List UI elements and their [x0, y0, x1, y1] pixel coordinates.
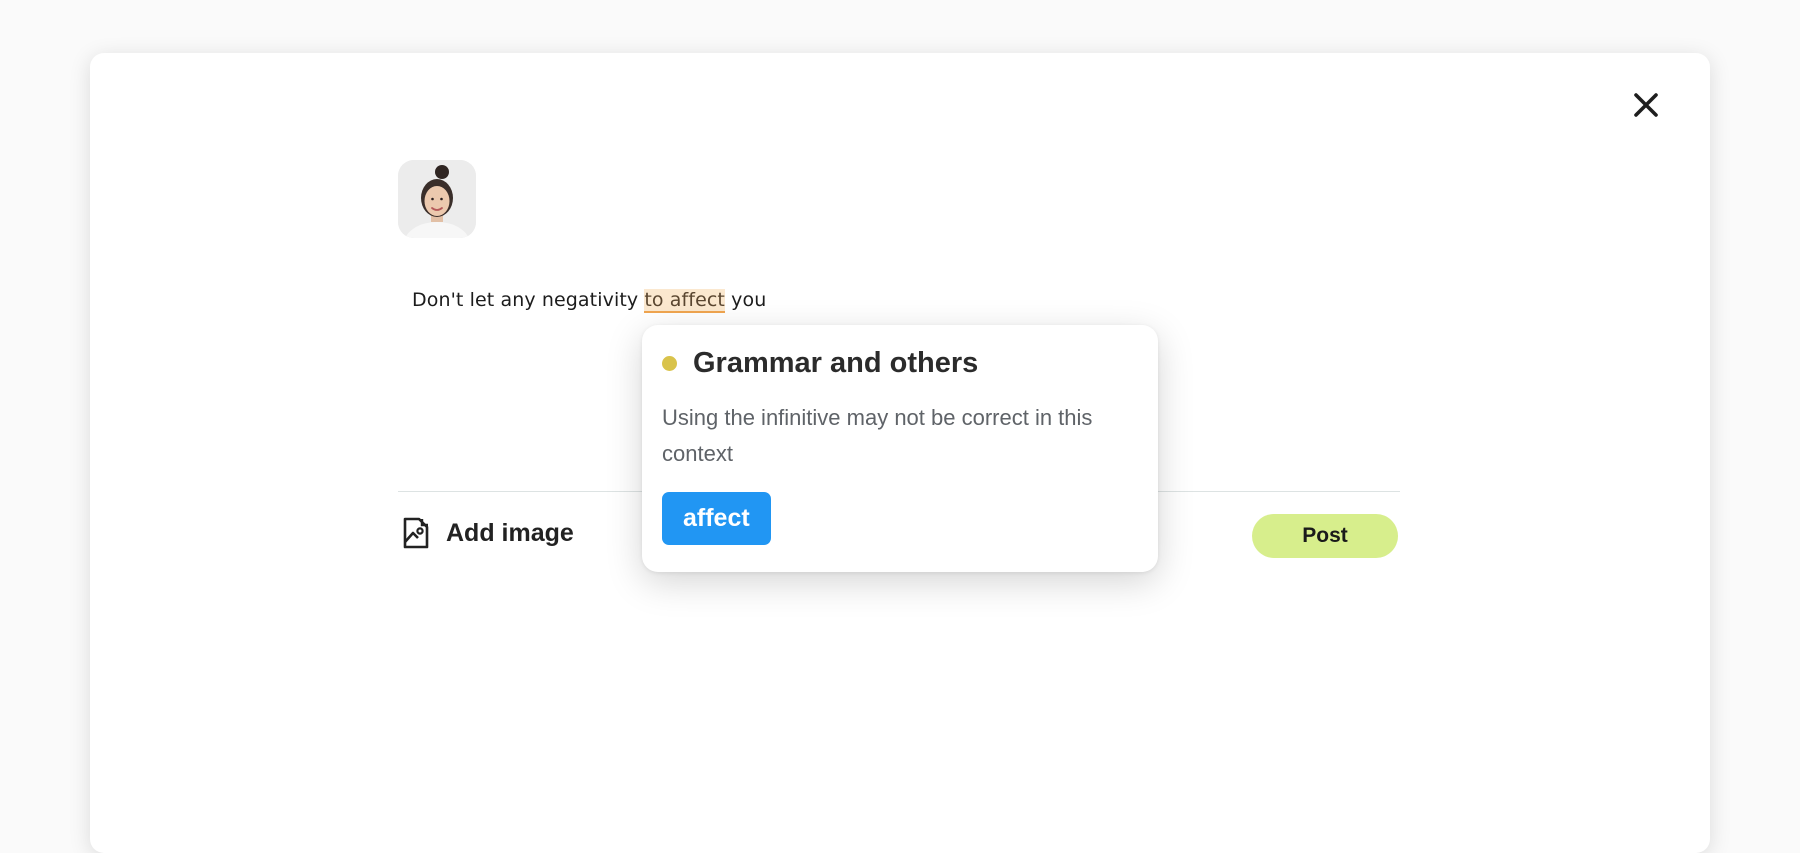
- image-add-icon: [403, 517, 429, 549]
- post-button[interactable]: Post: [1252, 514, 1398, 558]
- post-text-after: you: [724, 289, 767, 311]
- post-text-editor[interactable]: Don't let any negativity to affect you: [412, 289, 767, 313]
- flagged-phrase[interactable]: to affect: [644, 289, 725, 313]
- grammar-suggestion-popup: Grammar and others Using the infinitive …: [642, 325, 1158, 572]
- add-image-label: Add image: [446, 518, 574, 547]
- post-text-before: Don't let any negativity: [412, 289, 645, 311]
- close-icon: [1634, 93, 1658, 117]
- close-button[interactable]: [1628, 87, 1664, 123]
- category-dot-icon: [662, 356, 677, 371]
- suggestion-category: Grammar and others: [693, 347, 979, 379]
- suggestion-message: Using the infinitive may not be correct …: [662, 405, 1093, 466]
- add-image-button[interactable]: Add image: [402, 516, 574, 550]
- apply-suggestion-button[interactable]: affect: [662, 492, 771, 545]
- avatar: [398, 160, 476, 238]
